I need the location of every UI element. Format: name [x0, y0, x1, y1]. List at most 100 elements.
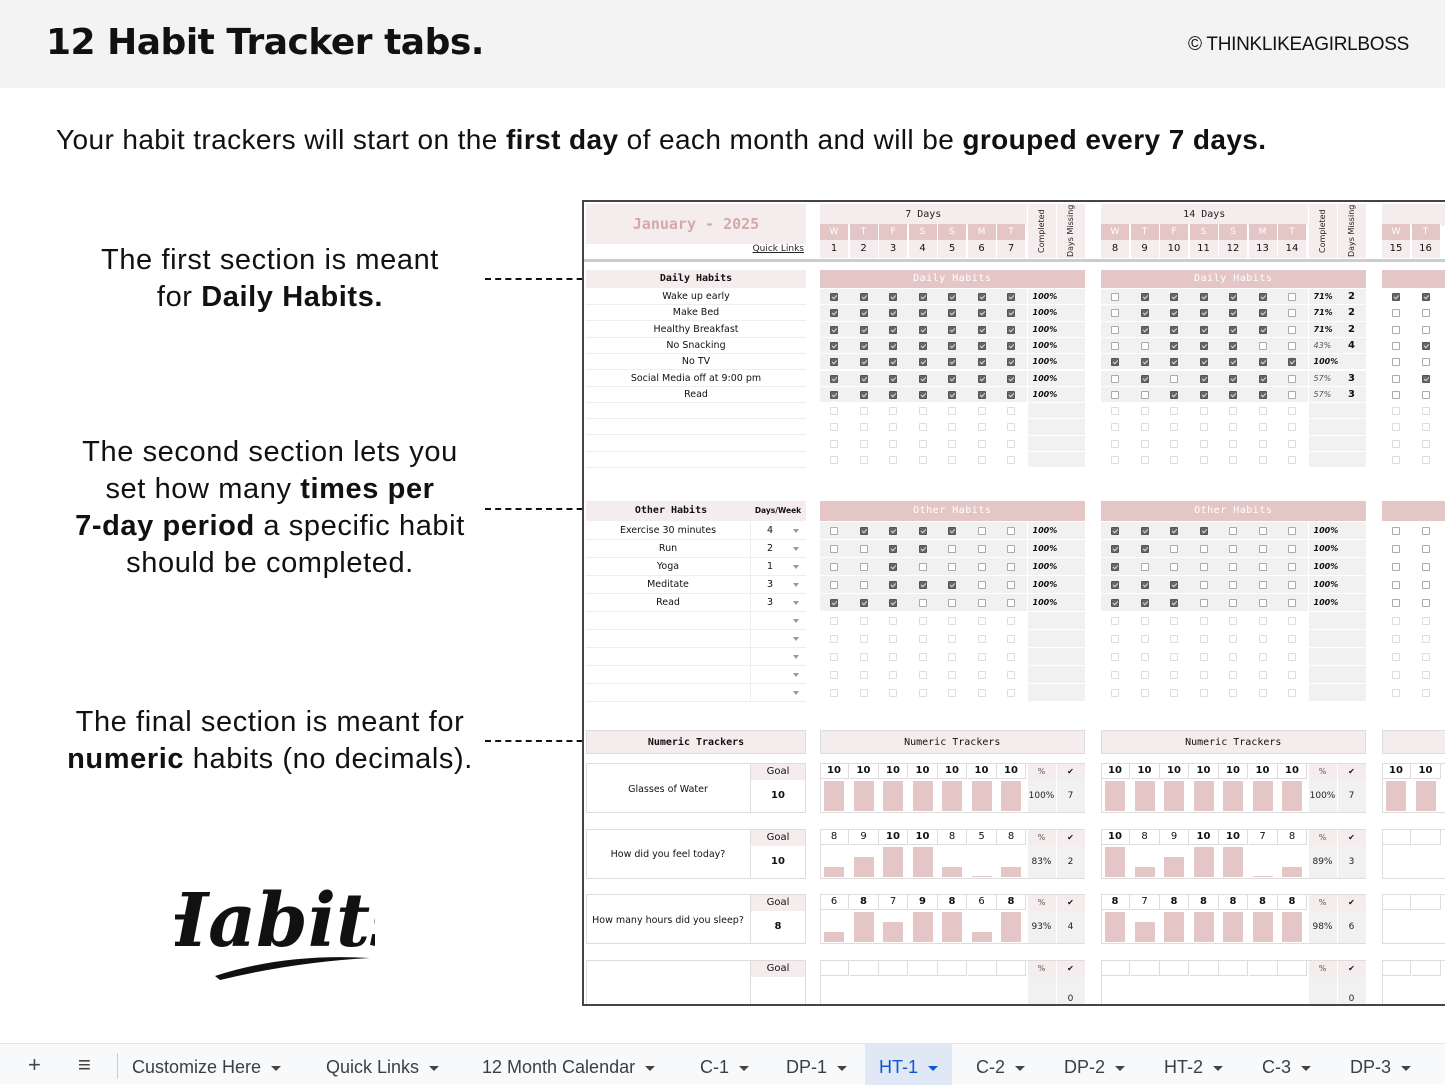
- habit-checkbox[interactable]: [948, 309, 956, 318]
- numeric-day-value[interactable]: [1382, 828, 1411, 845]
- habit-checkbox[interactable]: [918, 617, 927, 625]
- habit-checkbox[interactable]: [830, 456, 838, 464]
- numeric-day-value[interactable]: 5: [967, 828, 997, 845]
- habit-checkbox[interactable]: [1007, 374, 1015, 383]
- habit-checkbox[interactable]: [918, 653, 927, 661]
- habit-checkbox[interactable]: [1111, 581, 1119, 589]
- habit-checkbox[interactable]: [1007, 653, 1015, 661]
- habit-checkbox[interactable]: [1229, 653, 1237, 661]
- numeric-day-value[interactable]: 10: [879, 763, 908, 779]
- all-sheets-menu-icon[interactable]: ≡: [78, 1052, 91, 1078]
- numeric-day-value[interactable]: 7: [1130, 894, 1160, 910]
- dropdown-arrow-icon[interactable]: [793, 601, 799, 605]
- habit-checkbox[interactable]: [889, 293, 897, 301]
- habit-checkbox[interactable]: [918, 581, 927, 589]
- habit-checkbox[interactable]: [830, 527, 838, 535]
- numeric-day-value[interactable]: [1411, 894, 1441, 910]
- habit-checkbox[interactable]: [1199, 563, 1208, 571]
- sheet-tab-dp-3[interactable]: DP-3: [1336, 1044, 1425, 1085]
- habit-checkbox[interactable]: [1007, 423, 1015, 432]
- habit-checkbox[interactable]: [1199, 599, 1208, 607]
- habit-checkbox[interactable]: [830, 689, 838, 697]
- goal-value[interactable]: 10: [750, 845, 805, 878]
- habit-checkbox[interactable]: [1229, 309, 1237, 318]
- numeric-day-value[interactable]: 10: [908, 763, 938, 779]
- habit-checkbox[interactable]: [1288, 563, 1296, 571]
- numeric-day-value[interactable]: 8: [1278, 828, 1307, 845]
- habit-checkbox[interactable]: [1421, 439, 1430, 448]
- habit-checkbox[interactable]: [1258, 293, 1267, 301]
- numeric-day-value[interactable]: [1382, 959, 1411, 976]
- habit-checkbox[interactable]: [1111, 439, 1119, 448]
- habit-checkbox[interactable]: [1170, 527, 1178, 535]
- habit-checkbox[interactable]: [977, 563, 986, 571]
- habit-checkbox[interactable]: [1229, 293, 1237, 301]
- habit-checkbox[interactable]: [859, 599, 868, 607]
- habit-checkbox[interactable]: [1392, 545, 1400, 553]
- habit-checkbox[interactable]: [1199, 341, 1208, 350]
- habit-checkbox[interactable]: [1170, 671, 1178, 679]
- habit-checkbox[interactable]: [889, 599, 897, 607]
- habit-checkbox[interactable]: [948, 527, 956, 535]
- habit-checkbox[interactable]: [948, 671, 956, 679]
- habit-checkbox[interactable]: [889, 581, 897, 589]
- habit-checkbox[interactable]: [1140, 635, 1149, 643]
- habit-checkbox[interactable]: [1258, 653, 1267, 661]
- numeric-day-value[interactable]: [1160, 959, 1189, 976]
- habit-checkbox[interactable]: [1258, 563, 1267, 571]
- habit-checkbox[interactable]: [1007, 581, 1015, 589]
- tab-dropdown-icon[interactable]: [739, 1065, 750, 1071]
- numeric-day-value[interactable]: 10: [938, 763, 967, 779]
- habit-checkbox[interactable]: [1170, 563, 1178, 571]
- habit-checkbox[interactable]: [948, 456, 956, 464]
- dropdown-arrow-icon[interactable]: [793, 637, 799, 641]
- habit-checkbox[interactable]: [1421, 407, 1430, 416]
- habit-checkbox[interactable]: [918, 545, 927, 553]
- habit-checkbox[interactable]: [1392, 456, 1400, 464]
- habit-checkbox[interactable]: [1288, 293, 1296, 301]
- habit-checkbox[interactable]: [830, 563, 838, 571]
- habit-checkbox[interactable]: [1007, 293, 1015, 301]
- habit-checkbox[interactable]: [1421, 527, 1430, 535]
- habit-checkbox[interactable]: [830, 617, 838, 625]
- habit-checkbox[interactable]: [1140, 617, 1149, 625]
- habit-checkbox[interactable]: [859, 563, 868, 571]
- habit-checkbox[interactable]: [918, 390, 927, 399]
- habit-checkbox[interactable]: [1288, 653, 1296, 661]
- numeric-day-value[interactable]: 6: [820, 894, 849, 910]
- habit-checkbox[interactable]: [948, 653, 956, 661]
- habit-checkbox[interactable]: [1288, 423, 1296, 432]
- habit-checkbox[interactable]: [918, 374, 927, 383]
- habit-checkbox[interactable]: [1140, 358, 1149, 367]
- habit-checkbox[interactable]: [889, 653, 897, 661]
- habit-checkbox[interactable]: [1140, 374, 1149, 383]
- numeric-day-value[interactable]: 8: [1278, 894, 1307, 910]
- numeric-day-value[interactable]: [849, 959, 879, 976]
- habit-checkbox[interactable]: [918, 456, 927, 464]
- habit-checkbox[interactable]: [1170, 341, 1178, 350]
- dropdown-arrow-icon[interactable]: [793, 673, 799, 677]
- habit-checkbox[interactable]: [830, 407, 838, 416]
- habit-checkbox[interactable]: [1421, 617, 1430, 625]
- numeric-day-value[interactable]: 10: [1130, 763, 1160, 779]
- habit-checkbox[interactable]: [1111, 599, 1119, 607]
- goal-value[interactable]: 8: [750, 911, 805, 943]
- habit-checkbox[interactable]: [1258, 456, 1267, 464]
- habit-checkbox[interactable]: [977, 545, 986, 553]
- habit-checkbox[interactable]: [1258, 617, 1267, 625]
- numeric-day-value[interactable]: 8: [1101, 894, 1130, 910]
- dropdown-arrow-icon[interactable]: [793, 655, 799, 659]
- habit-checkbox[interactable]: [889, 325, 897, 334]
- habit-checkbox[interactable]: [1199, 671, 1208, 679]
- habit-checkbox[interactable]: [1421, 390, 1430, 399]
- numeric-day-value[interactable]: 10: [908, 828, 938, 845]
- habit-checkbox[interactable]: [1421, 545, 1430, 553]
- habit-checkbox[interactable]: [948, 563, 956, 571]
- habit-checkbox[interactable]: [1111, 407, 1119, 416]
- habit-checkbox[interactable]: [1421, 358, 1430, 367]
- habit-checkbox[interactable]: [830, 309, 838, 318]
- habit-checkbox[interactable]: [1170, 293, 1178, 301]
- habit-checkbox[interactable]: [1111, 671, 1119, 679]
- sheet-tab-c-3[interactable]: C-3: [1248, 1044, 1325, 1085]
- habit-checkbox[interactable]: [1007, 309, 1015, 318]
